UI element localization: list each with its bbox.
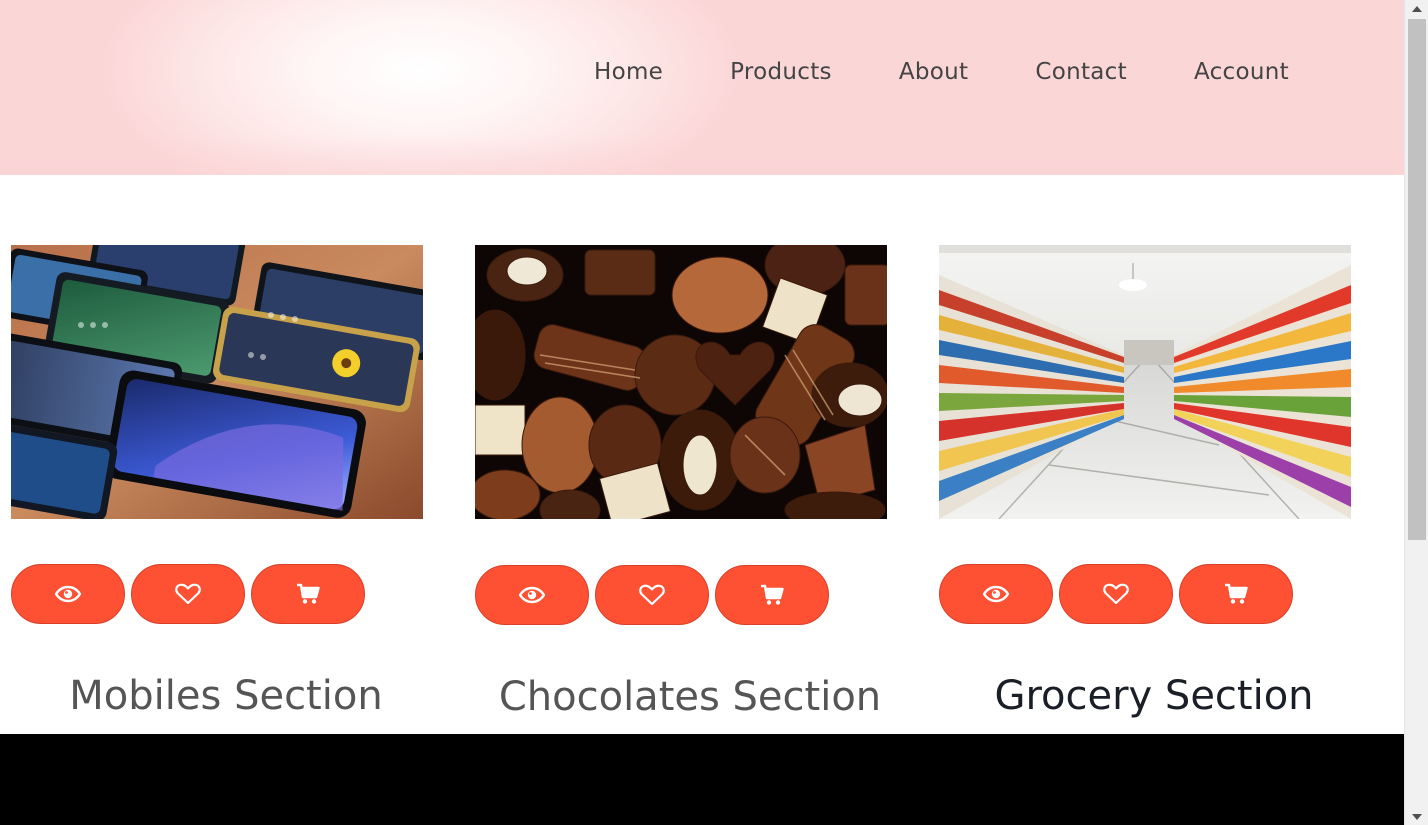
cart-icon (761, 584, 784, 605)
cart-icon (297, 583, 320, 604)
section-title-grocery: Grocery Section (994, 673, 1314, 719)
wishlist-button[interactable] (595, 565, 709, 625)
nav-account[interactable]: Account (1194, 56, 1289, 88)
nav-about[interactable]: About (899, 56, 969, 88)
nav-contact[interactable]: Contact (1035, 56, 1127, 88)
wishlist-button[interactable] (1059, 564, 1173, 624)
scrollbar-thumb[interactable] (1408, 19, 1426, 540)
quick-view-button[interactable] (939, 564, 1053, 624)
product-card-chocolates: Chocolates Section (475, 245, 887, 720)
site-footer (0, 734, 1404, 825)
quick-view-button[interactable] (11, 564, 125, 624)
grocery-action-group (939, 564, 1293, 624)
scroll-up-arrow-icon[interactable] (1405, 0, 1428, 17)
site-header: Home Products About Contact Account (0, 0, 1404, 175)
add-to-cart-button[interactable] (251, 564, 365, 624)
add-to-cart-button[interactable] (715, 565, 829, 625)
mobiles-action-group (11, 564, 365, 624)
heart-icon (639, 584, 665, 606)
page: Home Products About Contact Account Mobi… (0, 0, 1404, 825)
heart-icon (1103, 583, 1129, 605)
eye-icon (55, 585, 81, 603)
product-card-mobiles: Mobiles Section (11, 245, 423, 719)
section-title-chocolates: Chocolates Section (498, 674, 882, 720)
add-to-cart-button[interactable] (1179, 564, 1293, 624)
scroll-down-arrow-icon[interactable] (1405, 808, 1428, 825)
main-nav: Home Products About Contact Account (594, 56, 1289, 88)
quick-view-button[interactable] (475, 565, 589, 625)
section-title-mobiles: Mobiles Section (69, 673, 383, 719)
wishlist-button[interactable] (131, 564, 245, 624)
cart-icon (1225, 583, 1248, 604)
grocery-aisle-image[interactable] (939, 245, 1351, 519)
chocolates-action-group (475, 565, 829, 625)
nav-home[interactable]: Home (594, 56, 663, 88)
product-card-grocery: Grocery Section (939, 245, 1351, 719)
heart-icon (175, 583, 201, 605)
vertical-scrollbar[interactable] (1404, 0, 1428, 825)
nav-products[interactable]: Products (730, 56, 832, 88)
eye-icon (519, 586, 545, 604)
eye-icon (983, 585, 1009, 603)
mobile-phones-image[interactable] (11, 245, 423, 519)
chocolates-image[interactable] (475, 245, 887, 519)
